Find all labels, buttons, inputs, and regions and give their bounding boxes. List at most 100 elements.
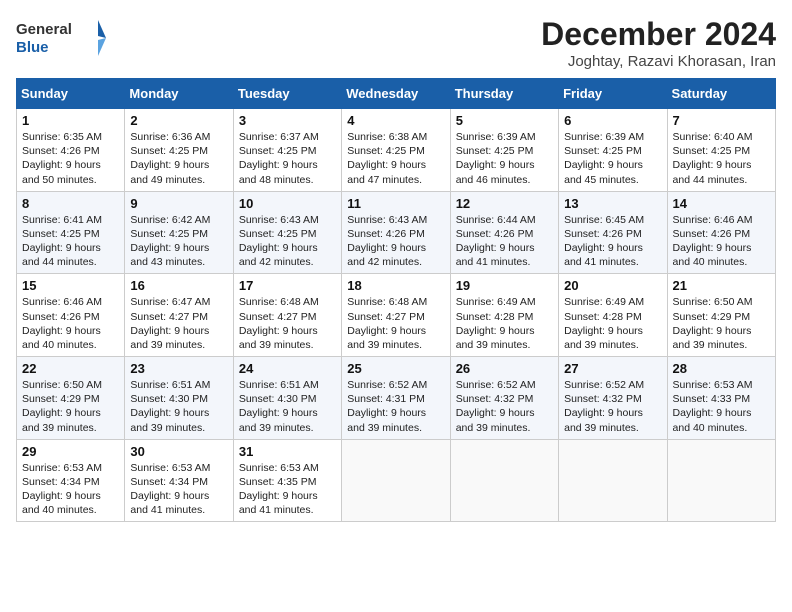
day-info: Sunrise: 6:53 AMSunset: 4:33 PMDaylight:… [673,379,753,434]
day-number: 30 [130,444,227,459]
calendar-day-cell: 26 Sunrise: 6:52 AMSunset: 4:32 PMDaylig… [450,357,558,440]
day-info: Sunrise: 6:40 AMSunset: 4:25 PMDaylight:… [673,131,753,186]
calendar-day-cell: 2 Sunrise: 6:36 AMSunset: 4:25 PMDayligh… [125,109,233,192]
calendar-day-cell [667,439,775,522]
calendar-day-cell: 15 Sunrise: 6:46 AMSunset: 4:26 PMDaylig… [17,274,125,357]
calendar-day-cell: 16 Sunrise: 6:47 AMSunset: 4:27 PMDaylig… [125,274,233,357]
calendar-day-cell: 14 Sunrise: 6:46 AMSunset: 4:26 PMDaylig… [667,191,775,274]
weekday-header: Tuesday [233,79,341,109]
page-subtitle: Joghtay, Razavi Khorasan, Iran [541,53,776,70]
day-info: Sunrise: 6:46 AMSunset: 4:26 PMDaylight:… [673,214,753,269]
day-number: 27 [564,361,661,376]
day-info: Sunrise: 6:53 AMSunset: 4:35 PMDaylight:… [239,462,319,517]
day-number: 20 [564,278,661,293]
calendar-day-cell: 19 Sunrise: 6:49 AMSunset: 4:28 PMDaylig… [450,274,558,357]
calendar-day-cell: 22 Sunrise: 6:50 AMSunset: 4:29 PMDaylig… [17,357,125,440]
day-number: 9 [130,196,227,211]
day-number: 23 [130,361,227,376]
calendar-day-cell: 31 Sunrise: 6:53 AMSunset: 4:35 PMDaylig… [233,439,341,522]
day-number: 21 [673,278,770,293]
day-info: Sunrise: 6:36 AMSunset: 4:25 PMDaylight:… [130,131,210,186]
calendar-day-cell: 10 Sunrise: 6:43 AMSunset: 4:25 PMDaylig… [233,191,341,274]
calendar-day-cell: 24 Sunrise: 6:51 AMSunset: 4:30 PMDaylig… [233,357,341,440]
calendar-week-row: 15 Sunrise: 6:46 AMSunset: 4:26 PMDaylig… [17,274,776,357]
day-number: 31 [239,444,336,459]
day-number: 10 [239,196,336,211]
calendar-week-row: 29 Sunrise: 6:53 AMSunset: 4:34 PMDaylig… [17,439,776,522]
day-info: Sunrise: 6:41 AMSunset: 4:25 PMDaylight:… [22,214,102,269]
svg-text:General: General [16,21,72,38]
calendar-day-cell: 23 Sunrise: 6:51 AMSunset: 4:30 PMDaylig… [125,357,233,440]
day-number: 6 [564,113,661,128]
day-number: 14 [673,196,770,211]
calendar-day-cell: 11 Sunrise: 6:43 AMSunset: 4:26 PMDaylig… [342,191,450,274]
calendar-table: SundayMondayTuesdayWednesdayThursdayFrid… [16,78,776,522]
calendar-week-row: 22 Sunrise: 6:50 AMSunset: 4:29 PMDaylig… [17,357,776,440]
day-number: 26 [456,361,553,376]
calendar-day-cell: 18 Sunrise: 6:48 AMSunset: 4:27 PMDaylig… [342,274,450,357]
weekday-header: Friday [559,79,667,109]
day-info: Sunrise: 6:52 AMSunset: 4:32 PMDaylight:… [564,379,644,434]
day-info: Sunrise: 6:49 AMSunset: 4:28 PMDaylight:… [456,296,536,351]
calendar-day-cell: 4 Sunrise: 6:38 AMSunset: 4:25 PMDayligh… [342,109,450,192]
day-info: Sunrise: 6:47 AMSunset: 4:27 PMDaylight:… [130,296,210,351]
calendar-day-cell: 9 Sunrise: 6:42 AMSunset: 4:25 PMDayligh… [125,191,233,274]
calendar-week-row: 1 Sunrise: 6:35 AMSunset: 4:26 PMDayligh… [17,109,776,192]
svg-text:Blue: Blue [16,39,49,56]
day-number: 17 [239,278,336,293]
calendar-day-cell: 29 Sunrise: 6:53 AMSunset: 4:34 PMDaylig… [17,439,125,522]
day-info: Sunrise: 6:45 AMSunset: 4:26 PMDaylight:… [564,214,644,269]
calendar-day-cell: 25 Sunrise: 6:52 AMSunset: 4:31 PMDaylig… [342,357,450,440]
weekday-header: Thursday [450,79,558,109]
page-title: December 2024 [541,16,776,53]
day-number: 12 [456,196,553,211]
logo-svg: General Blue [16,16,106,60]
day-info: Sunrise: 6:51 AMSunset: 4:30 PMDaylight:… [130,379,210,434]
calendar-day-cell: 17 Sunrise: 6:48 AMSunset: 4:27 PMDaylig… [233,274,341,357]
day-info: Sunrise: 6:39 AMSunset: 4:25 PMDaylight:… [456,131,536,186]
calendar-day-cell: 27 Sunrise: 6:52 AMSunset: 4:32 PMDaylig… [559,357,667,440]
day-info: Sunrise: 6:50 AMSunset: 4:29 PMDaylight:… [22,379,102,434]
day-info: Sunrise: 6:35 AMSunset: 4:26 PMDaylight:… [22,131,102,186]
day-info: Sunrise: 6:50 AMSunset: 4:29 PMDaylight:… [673,296,753,351]
weekday-header: Monday [125,79,233,109]
logo: General Blue [16,16,106,60]
calendar-day-cell: 12 Sunrise: 6:44 AMSunset: 4:26 PMDaylig… [450,191,558,274]
weekday-header: Saturday [667,79,775,109]
day-number: 8 [22,196,119,211]
day-info: Sunrise: 6:52 AMSunset: 4:31 PMDaylight:… [347,379,427,434]
day-number: 24 [239,361,336,376]
day-number: 2 [130,113,227,128]
calendar-day-cell: 20 Sunrise: 6:49 AMSunset: 4:28 PMDaylig… [559,274,667,357]
day-number: 18 [347,278,444,293]
calendar-day-cell [450,439,558,522]
day-info: Sunrise: 6:43 AMSunset: 4:25 PMDaylight:… [239,214,319,269]
day-number: 3 [239,113,336,128]
day-info: Sunrise: 6:37 AMSunset: 4:25 PMDaylight:… [239,131,319,186]
day-info: Sunrise: 6:43 AMSunset: 4:26 PMDaylight:… [347,214,427,269]
day-number: 25 [347,361,444,376]
calendar-day-cell: 8 Sunrise: 6:41 AMSunset: 4:25 PMDayligh… [17,191,125,274]
weekday-header-row: SundayMondayTuesdayWednesdayThursdayFrid… [17,79,776,109]
day-number: 28 [673,361,770,376]
calendar-day-cell: 1 Sunrise: 6:35 AMSunset: 4:26 PMDayligh… [17,109,125,192]
day-info: Sunrise: 6:53 AMSunset: 4:34 PMDaylight:… [22,462,102,517]
day-info: Sunrise: 6:51 AMSunset: 4:30 PMDaylight:… [239,379,319,434]
day-number: 4 [347,113,444,128]
calendar-day-cell: 21 Sunrise: 6:50 AMSunset: 4:29 PMDaylig… [667,274,775,357]
page-header: General Blue December 2024 Joghtay, Raza… [16,16,776,70]
day-number: 1 [22,113,119,128]
calendar-day-cell: 13 Sunrise: 6:45 AMSunset: 4:26 PMDaylig… [559,191,667,274]
day-number: 16 [130,278,227,293]
day-info: Sunrise: 6:53 AMSunset: 4:34 PMDaylight:… [130,462,210,517]
calendar-day-cell: 7 Sunrise: 6:40 AMSunset: 4:25 PMDayligh… [667,109,775,192]
day-number: 22 [22,361,119,376]
day-info: Sunrise: 6:44 AMSunset: 4:26 PMDaylight:… [456,214,536,269]
weekday-header: Wednesday [342,79,450,109]
day-number: 5 [456,113,553,128]
calendar-day-cell: 5 Sunrise: 6:39 AMSunset: 4:25 PMDayligh… [450,109,558,192]
calendar-day-cell: 28 Sunrise: 6:53 AMSunset: 4:33 PMDaylig… [667,357,775,440]
calendar-day-cell [559,439,667,522]
day-number: 15 [22,278,119,293]
day-info: Sunrise: 6:48 AMSunset: 4:27 PMDaylight:… [347,296,427,351]
